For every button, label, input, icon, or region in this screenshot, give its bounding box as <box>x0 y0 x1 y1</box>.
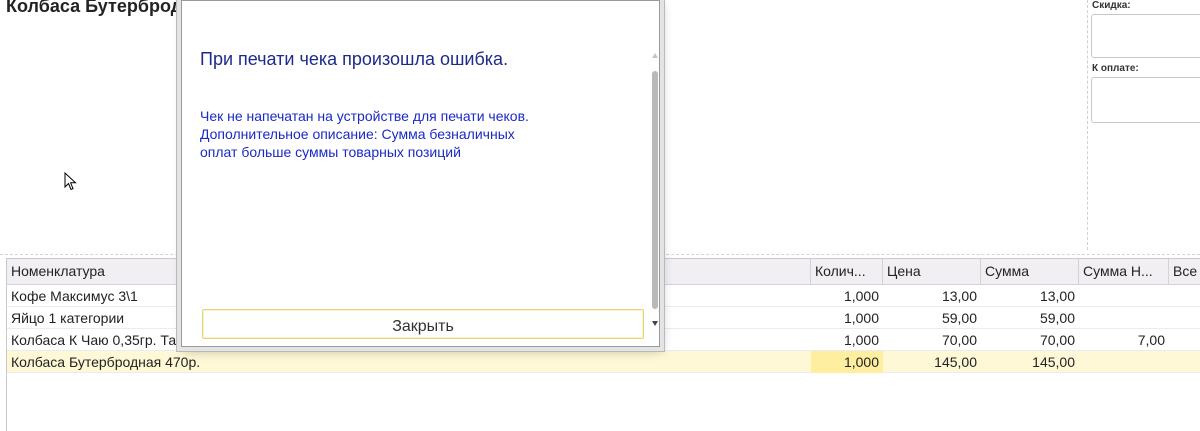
error-dialog: При печати чека произошла ошибка. Чек не… <box>181 0 660 347</box>
dialog-message-line: Дополнительное описание: Сумма безналичн… <box>200 126 515 142</box>
product-title: Колбаса Бутерброд <box>6 0 183 16</box>
mouse-cursor-icon <box>64 172 77 191</box>
column-header-total[interactable]: Все <box>1169 259 1200 284</box>
vertical-divider <box>1087 0 1088 250</box>
cell-quantity: 1,000 <box>843 310 879 326</box>
scroll-up-icon[interactable] <box>652 53 658 58</box>
cell-price: 13,00 <box>941 288 977 304</box>
dialog-title: При печати чека произошла ошибка. <box>200 49 509 69</box>
column-header-sum[interactable]: Сумма <box>981 259 1079 284</box>
cell-sum: 59,00 <box>1039 310 1075 326</box>
dialog-message: Чек не напечатан на устройстве для печат… <box>200 107 570 161</box>
dialog-content: При печати чека произошла ошибка. Чек не… <box>188 5 658 339</box>
dialog-message-line: оплат больше суммы товарных позиций <box>200 144 461 160</box>
dialog-scrollbar[interactable] <box>651 53 659 333</box>
discount-label: Скидка: <box>1092 0 1131 11</box>
to-pay-field[interactable] <box>1091 77 1200 123</box>
close-button[interactable]: Закрыть <box>202 309 644 339</box>
cell-quantity: 1,000 <box>843 288 879 304</box>
cell-sum-n <box>1079 351 1169 373</box>
dialog-message-line: Чек не напечатан на устройстве для печат… <box>200 108 529 124</box>
cell-quantity-active[interactable]: 1,000 <box>811 351 883 373</box>
scroll-down-icon[interactable] <box>652 321 658 326</box>
column-header-price[interactable]: Цена <box>883 259 981 284</box>
cell-sum: 13,00 <box>1039 288 1075 304</box>
table-row-selected[interactable]: Колбаса Бутербродная 470р. 1,000 145,00 … <box>7 351 1200 373</box>
cell-sum-n <box>1079 307 1169 329</box>
cell-sum: 145,00 <box>1032 354 1075 370</box>
cell-price: 70,00 <box>941 332 977 348</box>
cell-sum: 70,00 <box>1039 332 1075 348</box>
cell-sum-n: 7,00 <box>1137 332 1165 348</box>
column-header-quantity[interactable]: Колич... <box>811 259 883 284</box>
discount-field[interactable] <box>1091 14 1200 58</box>
cell-name: Колбаса Бутербродная 470р. <box>11 354 201 370</box>
cell-price: 145,00 <box>934 354 977 370</box>
cell-price: 59,00 <box>941 310 977 326</box>
column-header-sum-n[interactable]: Сумма Н... <box>1079 259 1169 284</box>
to-pay-label: К оплате: <box>1092 63 1139 74</box>
scroll-thumb[interactable] <box>652 71 658 309</box>
cell-quantity: 1,000 <box>843 332 879 348</box>
cell-sum-n <box>1079 285 1169 307</box>
